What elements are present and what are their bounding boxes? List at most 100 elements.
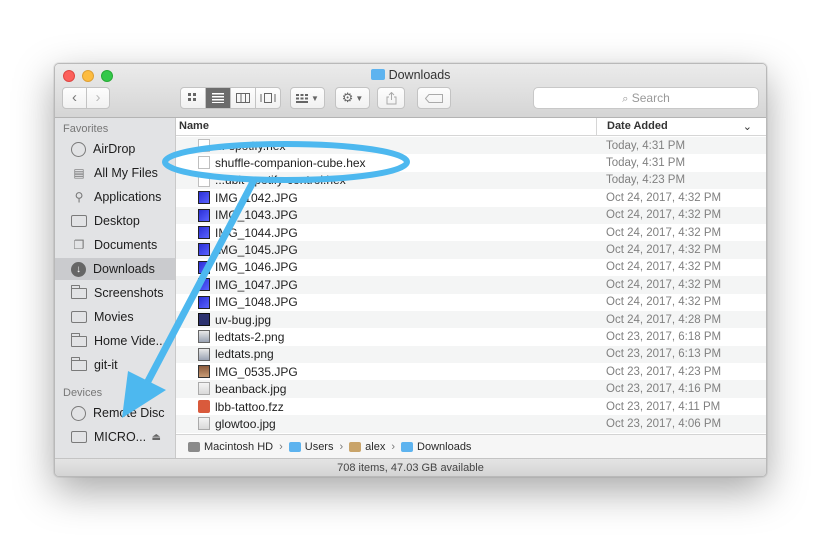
sidebar-item-label: Movies — [94, 310, 134, 324]
devices-heading: Devices — [63, 387, 103, 399]
file-row[interactable]: ledtats-2.png Oct 23, 2017, 6:18 PM — [176, 328, 766, 345]
file-row[interactable]: IMG_0535.JPG Oct 23, 2017, 4:23 PM — [176, 363, 766, 380]
file-name: IMG_1044.JPG — [215, 225, 298, 240]
sidebar-item-screenshots[interactable]: Screenshots — [55, 282, 175, 304]
file-icon — [198, 295, 210, 309]
file-date-added: Oct 24, 2017, 4:32 PM — [606, 261, 722, 274]
chevron-down-icon: ▼ — [355, 93, 364, 103]
window-title-text: Downloads — [388, 68, 451, 82]
file-row[interactable]: shuffle-companion-cube.hex Today, 4:31 PM — [176, 154, 766, 171]
sidebar-item-label: Documents — [94, 238, 158, 252]
sidebar-item-remote-disc[interactable]: Remote Disc — [55, 402, 175, 424]
eject-icon[interactable]: ⏏ — [152, 432, 161, 443]
path-segment[interactable]: Downloads — [401, 441, 471, 453]
sidebar-item-label: Remote Disc — [93, 406, 165, 420]
file-row[interactable]: IMG_1047.JPG Oct 24, 2017, 4:32 PM — [176, 276, 766, 294]
path-separator-icon: › — [279, 440, 283, 453]
path-segment[interactable]: Users — [288, 441, 333, 453]
file-name: uv-bug.jpg — [215, 312, 272, 327]
sidebar-item-movies[interactable]: Movies — [55, 306, 175, 328]
sidebar-item-micro-drive[interactable]: MICRO... ⏏ — [55, 426, 175, 448]
sidebar-item-applications[interactable]: ⚲ Applications — [55, 186, 175, 208]
file-rows: ...-spotify.hex Today, 4:31 PM shuffle-com… — [176, 137, 766, 433]
file-date-added: Oct 24, 2017, 4:32 PM — [606, 278, 722, 291]
path-segment[interactable]: alex — [349, 441, 385, 453]
list-view-button[interactable] — [205, 88, 230, 108]
file-name: ledtats-2.png — [215, 329, 285, 344]
file-row[interactable]: glowtoo.jpg Oct 23, 2017, 4:06 PM — [176, 415, 766, 433]
path-segment-label: Downloads — [417, 440, 472, 453]
status-bar: 708 items, 47.03 GB available — [55, 458, 766, 476]
file-icon — [198, 365, 210, 379]
tag-button[interactable] — [417, 87, 451, 109]
file-date-added: Oct 24, 2017, 4:32 PM — [606, 226, 722, 239]
sidebar-item-label: Applications — [94, 190, 162, 204]
gear-icon: ⚙ — [341, 90, 354, 105]
cover-flow-icon — [260, 93, 276, 103]
search-input[interactable]: ⌕ Search — [533, 87, 759, 109]
file-row[interactable]: IMG_1043.JPG Oct 24, 2017, 4:32 PM — [176, 206, 766, 224]
file-row[interactable]: lbb-tattoo.fzz Oct 23, 2017, 4:11 PM — [176, 398, 766, 415]
sidebar: Favorites AirDrop ▤ All My Files ⚲ Appli… — [55, 118, 176, 458]
home-icon — [349, 441, 362, 452]
column-view-button[interactable] — [230, 88, 255, 108]
sidebar-item-documents[interactable]: ❐ Documents — [55, 234, 175, 256]
file-icon — [198, 139, 210, 152]
file-icon — [198, 156, 210, 170]
file-row[interactable]: IMG_1044.JPG Oct 24, 2017, 4:32 PM — [176, 224, 766, 241]
sidebar-item-downloads[interactable]: ↓ Downloads — [55, 258, 175, 280]
file-row[interactable]: ...ubit-spotify-control.hex Today, 4:23 P… — [176, 171, 766, 190]
all-files-icon: ▤ — [73, 166, 85, 180]
sidebar-item-git-it[interactable]: git-it — [55, 354, 175, 376]
file-icon — [198, 225, 210, 239]
path-bar: Macintosh HD › Users › alex › Downloads — [176, 434, 766, 458]
sidebar-item-label: MICRO... — [94, 430, 147, 444]
date-column-header[interactable]: Date Added ⌄ — [596, 118, 762, 135]
file-icon — [198, 399, 210, 413]
drive-icon — [71, 431, 87, 443]
file-row[interactable]: ...-spotify.hex Today, 4:31 PM — [176, 137, 766, 155]
sidebar-item-desktop[interactable]: Desktop — [55, 210, 175, 232]
file-date-added: Oct 24, 2017, 4:32 PM — [606, 191, 722, 204]
file-icon — [198, 243, 210, 257]
columns-icon — [236, 93, 250, 103]
file-date-added: Today, 4:31 PM — [606, 157, 686, 170]
sidebar-item-all-my-files[interactable]: ▤ All My Files — [55, 162, 175, 184]
share-button[interactable] — [377, 87, 405, 109]
search-icon: ⌕ — [622, 93, 629, 105]
sidebar-item-home-videos[interactable]: Home Vide... — [55, 330, 175, 352]
action-button[interactable]: ⚙ ▼ — [335, 87, 370, 109]
file-icon — [198, 347, 210, 361]
sidebar-item-label: Desktop — [94, 214, 140, 228]
file-icon — [198, 382, 210, 396]
file-date-added: Oct 23, 2017, 4:11 PM — [606, 400, 721, 413]
sidebar-item-airdrop[interactable]: AirDrop — [55, 138, 175, 160]
file-name: shuffle-companion-cube.hex — [215, 156, 366, 171]
file-date-added: Oct 24, 2017, 4:28 PM — [606, 313, 722, 326]
column-header: Name Date Added ⌄ — [176, 118, 766, 136]
file-date-added: Oct 24, 2017, 4:32 PM — [606, 244, 722, 257]
file-name: beanback.jpg — [215, 382, 287, 397]
path-segment[interactable]: Macintosh HD — [188, 441, 273, 453]
file-name: ledtats.png — [215, 347, 274, 362]
file-row[interactable]: beanback.jpg Oct 23, 2017, 4:16 PM — [176, 380, 766, 398]
folder-icon — [71, 332, 87, 347]
icon-view-button[interactable] — [181, 88, 205, 108]
file-row[interactable]: ledtats.png Oct 23, 2017, 6:13 PM — [176, 345, 766, 364]
file-row[interactable]: IMG_1042.JPG Oct 24, 2017, 4:32 PM — [176, 189, 766, 206]
file-row[interactable]: IMG_1046.JPG Oct 24, 2017, 4:32 PM — [176, 259, 766, 276]
forward-button[interactable]: › — [86, 88, 109, 108]
file-name: glowtoo.jpg — [215, 416, 276, 431]
file-row[interactable]: IMG_1045.JPG Oct 24, 2017, 4:32 PM — [176, 241, 766, 259]
sidebar-item-label: git-it — [94, 358, 118, 372]
name-column-header[interactable]: Name — [179, 120, 209, 132]
share-icon — [386, 91, 396, 104]
file-row[interactable]: IMG_1048.JPG Oct 24, 2017, 4:32 PM — [176, 294, 766, 311]
back-button[interactable]: ‹ — [63, 88, 86, 108]
file-row[interactable]: uv-bug.jpg Oct 24, 2017, 4:28 PM — [176, 310, 766, 329]
window-title: Downloads — [55, 68, 766, 82]
cover-flow-button[interactable] — [255, 88, 280, 108]
arrange-button[interactable]: ▼ — [290, 87, 325, 109]
sidebar-item-label: Home Vide... — [94, 334, 167, 348]
folder-icon — [71, 284, 87, 299]
